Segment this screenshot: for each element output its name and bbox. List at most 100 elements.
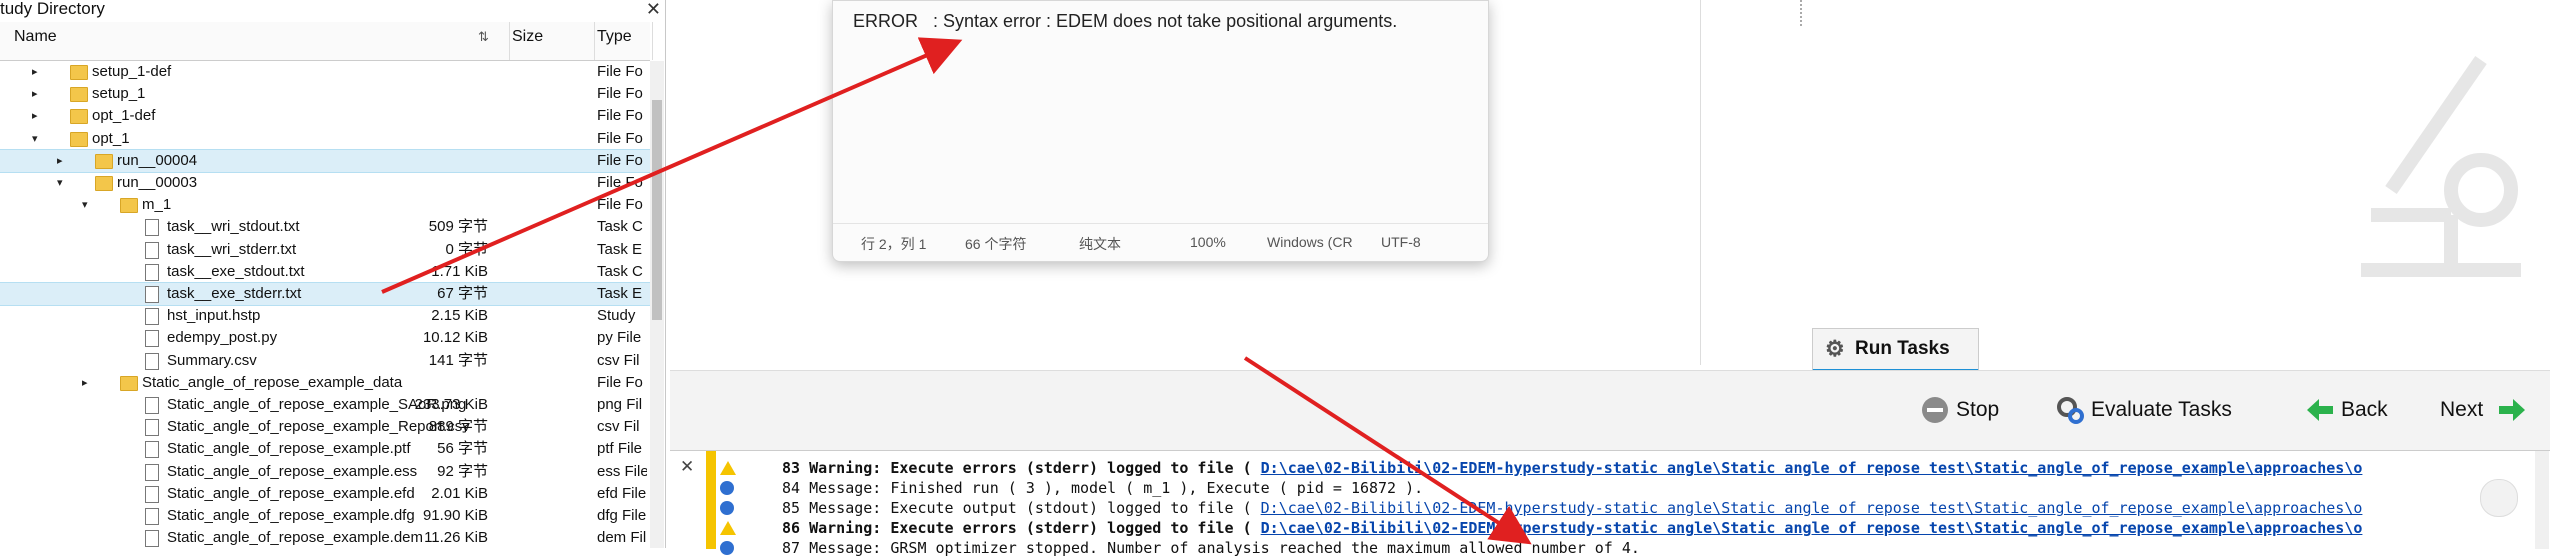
notepad-text[interactable]: ERROR : Syntax error : EDEM does not tak… (853, 11, 1397, 32)
collapse-icon[interactable]: ▾ (32, 128, 38, 150)
tree-row[interactable]: Static_angle_of_repose_example.ptf 56 字节 p… (0, 438, 650, 460)
tree-row-type: Task C (597, 218, 643, 236)
log-line-text: 87 Message: GRSM optimizer stopped. Numb… (782, 539, 1640, 557)
expand-icon[interactable]: ▸ (57, 150, 63, 172)
tree-row-size: 92 字节 (437, 462, 488, 480)
tree-row[interactable]: Static_angle_of_repose_example_Report.cs… (0, 416, 650, 438)
notepad-window: ERROR : Syntax error : EDEM does not tak… (832, 0, 1489, 262)
tree-header: Name ⇅ Size Type (0, 22, 653, 61)
close-icon[interactable]: ✕ (646, 0, 661, 20)
tree-row[interactable]: ▸ setup_1 File Fo (0, 83, 650, 105)
tree-row[interactable]: Static_angle_of_repose_example.efd 2.01 K… (0, 483, 650, 505)
tree-row-type: py File (597, 329, 642, 347)
scrollbar-thumb[interactable] (652, 100, 662, 320)
column-header-type[interactable]: Type (595, 22, 653, 60)
feedback-badge-icon[interactable] (2480, 479, 2518, 517)
column-header-size[interactable]: Size (510, 22, 595, 60)
tree-row-name: edempy_post.py (167, 329, 278, 347)
tree-row-type: png Fil (597, 396, 643, 413)
next-arrow-icon (2499, 399, 2526, 422)
tree-row-size: 91.90 KiB (422, 507, 488, 524)
tree-row-name: Static_angle_of_repose_example.efd (167, 484, 415, 502)
file-icon (145, 530, 159, 548)
tab-run-tasks[interactable]: ⚙ Run Tasks (1812, 328, 1979, 374)
log-scrollbar[interactable] (2535, 451, 2549, 549)
tree-row[interactable]: ▸ run__00004 File Fo (0, 148, 651, 173)
tree-row[interactable]: ▾ run__00003 File Fo (0, 172, 650, 194)
collapse-icon[interactable]: ▾ (82, 194, 88, 216)
tree-row[interactable]: Summary.csv 141 字节 csv Fil (0, 350, 650, 372)
next-button[interactable]: Next (2440, 393, 2527, 427)
column-header-name[interactable]: Name ⇅ (0, 22, 510, 60)
back-button-label: Back (2341, 398, 2388, 421)
expand-icon[interactable]: ▸ (32, 61, 38, 83)
tree-row[interactable]: Static_angle_of_repose_example.ess 92 字节 e… (0, 461, 650, 483)
log-file-link[interactable]: D:\cae\02-Bilibili\02-EDEM-hyperstudy-st… (1261, 499, 2363, 517)
tree-row[interactable]: ▸ setup_1-def File Fo (0, 61, 650, 83)
status-format: 纯文本 (1079, 236, 1121, 252)
info-icon (720, 481, 734, 495)
tree-row[interactable]: Static_angle_of_repose_example.dfg 91.90 … (0, 505, 650, 527)
panel-title: tudy Directory (0, 0, 105, 18)
tree-row-size: 56 字节 (437, 440, 488, 458)
tree-row[interactable]: task__exe_stderr.txt 67 字节 Task E (0, 282, 651, 306)
message-log: ✕ 83 Warning: Execute errors (stderr) lo… (670, 450, 2550, 557)
tree-row[interactable]: Static_angle_of_repose_example.dem 11.26 … (0, 527, 650, 549)
tree-row[interactable]: ▸ Static_angle_of_repose_example_data File… (0, 372, 650, 394)
stop-button[interactable]: Stop (1920, 393, 1999, 427)
tree-row[interactable]: ▸ opt_1-def File Fo (0, 105, 650, 127)
file-icon (145, 441, 159, 459)
file-icon (145, 463, 159, 481)
folder-icon (70, 109, 88, 125)
stop-icon (1922, 397, 1948, 424)
log-lines: 83 Warning: Execute errors (stderr) logg… (670, 451, 2550, 557)
microscope-watermark-icon (2361, 56, 2521, 277)
tree-row[interactable]: edempy_post.py 10.12 KiB py File (0, 327, 650, 349)
notepad-status-bar: 行 2，列 1 66 个字符 纯文本 100% Windows (CR UTF-… (833, 223, 1488, 260)
log-line: 87 Message: GRSM optimizer stopped. Numb… (782, 539, 1640, 557)
tree-row-type: dem Fil (597, 529, 647, 547)
folder-icon (70, 131, 88, 147)
sort-icon[interactable]: ⇅ (478, 22, 489, 52)
file-icon (145, 263, 159, 281)
tree-row-name: setup_1-def (92, 63, 172, 80)
tree-row-type: csv Fil (597, 418, 640, 436)
expand-icon[interactable]: ▸ (32, 105, 38, 127)
tree-row-name: Static_angle_of_repose_example_data (142, 373, 403, 391)
tree-row-type: File Fo (597, 373, 643, 391)
log-line: 86 Warning: Execute errors (stderr) logg… (782, 519, 2362, 537)
tree-row-name: Static_angle_of_repose_example.ess (167, 462, 418, 480)
tree-row-name: Summary.csv (167, 351, 257, 369)
tree-row[interactable]: task__exe_stdout.txt 1.71 KiB Task C (0, 261, 650, 283)
log-line: 85 Message: Execute output (stdout) logg… (782, 499, 2362, 517)
tree-row-size: 11.26 KiB (424, 529, 488, 547)
tree-row[interactable]: hst_input.hstp 2.15 KiB Study (0, 305, 650, 327)
log-file-link[interactable]: D:\cae\02-Bilibili\02-EDEM-hyperstudy-st… (1261, 519, 2363, 537)
file-icon (145, 308, 159, 326)
expand-icon[interactable]: ▸ (32, 83, 38, 105)
log-file-link[interactable]: D:\cae\02-Bilibili\02-EDEM-hyperstudy-st… (1261, 459, 2363, 477)
tree-row-type: dfg File (597, 507, 647, 524)
status-encoding: UTF-8 (1381, 234, 1421, 250)
back-button[interactable]: Back (2305, 393, 2388, 427)
tree-row-size: 0 字节 (445, 240, 488, 258)
file-icon (145, 330, 159, 348)
tree-row-size: 141 字节 (428, 351, 488, 369)
tree-row[interactable]: ▾ opt_1 File Fo (0, 128, 650, 150)
file-icon (145, 419, 159, 437)
tree-row[interactable]: Static_angle_of_repose_example_SAoR.png 2… (0, 394, 650, 416)
expand-icon[interactable]: ▸ (82, 372, 88, 394)
tree-row-name: task__wri_stderr.txt (167, 240, 297, 258)
evaluate-tasks-button[interactable]: Evaluate Tasks (2055, 393, 2232, 427)
folder-icon (95, 176, 113, 191)
tree-row-name: opt_1 (92, 129, 130, 147)
tree-row[interactable]: task__wri_stderr.txt 0 字节 Task E (0, 239, 650, 261)
status-line-ending: Windows (CR (1267, 234, 1353, 250)
tree-row-type: File Fo (597, 174, 643, 191)
tree-row-type: File Fo (597, 107, 643, 125)
tree-row[interactable]: ▾ m_1 File Fo (0, 194, 650, 216)
tree-row-size: 2.15 KiB (431, 307, 488, 325)
collapse-icon[interactable]: ▾ (57, 172, 63, 194)
tree-row-type: File Fo (597, 196, 643, 214)
tree-row[interactable]: task__wri_stdout.txt 509 字节 Task C (0, 216, 650, 238)
